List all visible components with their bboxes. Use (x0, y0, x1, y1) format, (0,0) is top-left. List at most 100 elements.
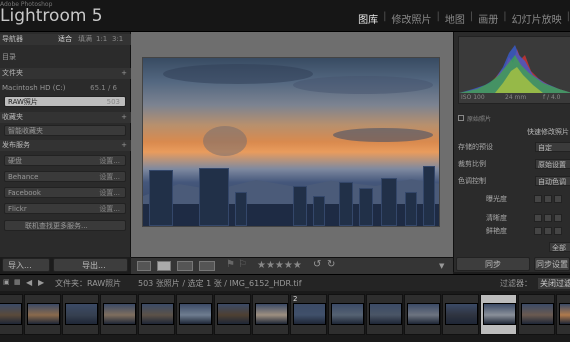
left-panel: 导航器 适合 填满 1:1 3:1 目录 文件夹 + Macintosh HD … (0, 32, 131, 257)
preset-select[interactable]: 自定 (535, 142, 570, 152)
catalog-title: 目录 (2, 53, 16, 61)
rotate-right-icon[interactable]: ↻ (327, 259, 335, 270)
back-arrow-icon[interactable]: ◀ (26, 278, 32, 287)
catalog-header[interactable]: 目录 (0, 52, 131, 63)
forward-arrow-icon[interactable]: ▶ (38, 278, 44, 287)
clarity-step-up-button[interactable] (554, 214, 562, 222)
import-button[interactable]: 导入... (2, 258, 50, 272)
collections-header[interactable]: 收藏夹 + (0, 112, 131, 123)
module-slideshow[interactable]: 幻灯片放映 (507, 11, 567, 26)
folder-source[interactable]: 文件夹：RAW照片 (55, 278, 121, 289)
filmstrip-thumbnail[interactable] (138, 294, 175, 335)
star-rating[interactable]: ★★★★★ (257, 260, 302, 271)
sync-button[interactable]: 同步 (456, 257, 530, 271)
rotate-left-icon[interactable]: ↺ (313, 259, 321, 270)
loupe-view-icon[interactable] (157, 261, 171, 271)
filmstrip-thumbnail[interactable]: 2 (290, 294, 327, 335)
module-book[interactable]: 画册 (473, 11, 503, 26)
loupe-view (131, 32, 453, 257)
add-collection-icon[interactable]: + (121, 112, 127, 123)
filmstrip-thumbnail[interactable] (404, 294, 441, 335)
building (359, 188, 373, 226)
vibrance-down-button[interactable] (534, 227, 542, 235)
filter-select[interactable]: 关闭过滤 (538, 278, 570, 289)
filter-label: 过滤器： (500, 279, 532, 288)
service-behance[interactable]: Behance 设置... (4, 171, 126, 182)
folder-raw-label: RAW照片 (8, 98, 38, 106)
filmstrip-thumbnail[interactable] (518, 294, 555, 335)
filmstrip-thumbnail[interactable] (24, 294, 61, 335)
photo-preview[interactable] (142, 57, 440, 227)
crop-select[interactable]: 原始设置 (535, 159, 570, 169)
zoom-fit[interactable]: 适合 (58, 34, 72, 45)
flag-pick-icon[interactable]: ⚑ (226, 259, 235, 270)
exposure-step-up-button[interactable] (554, 195, 562, 203)
thumbnail-image (103, 303, 136, 325)
module-separator: | (566, 11, 570, 22)
service-setup[interactable]: 设置... (99, 156, 120, 165)
building (381, 178, 397, 226)
zoom-1-1[interactable]: 1:1 (96, 34, 107, 45)
filmstrip-thumbnail[interactable] (366, 294, 403, 335)
vibrance-step-up-button[interactable] (554, 227, 562, 235)
quick-develop-header[interactable]: 快速修改照片 (458, 127, 570, 138)
filmstrip-thumbnail[interactable] (442, 294, 479, 335)
zoom-fill[interactable]: 填满 (78, 34, 92, 45)
filmstrip-thumbnail[interactable] (556, 294, 570, 335)
service-harddrive[interactable]: 硬盘 设置... (4, 155, 126, 166)
cloud (203, 126, 247, 156)
grid-icon[interactable]: ▦ (14, 278, 21, 286)
filmstrip-thumbnail[interactable] (480, 294, 517, 335)
add-publish-icon[interactable]: + (121, 140, 127, 151)
module-library[interactable]: 图库 (353, 11, 383, 26)
thumbnail-image (559, 303, 570, 325)
filmstrip-thumbnail[interactable] (252, 294, 289, 335)
clarity-step-down-button[interactable] (544, 214, 552, 222)
add-folder-icon[interactable]: + (121, 68, 127, 79)
module-map[interactable]: 地图 (440, 11, 470, 26)
drive-label: Macintosh HD (C:) (2, 84, 66, 92)
filmstrip-thumbnail[interactable] (328, 294, 365, 335)
module-develop[interactable]: 修改照片 (387, 11, 437, 26)
find-more-services-button[interactable]: 联机查找更多服务... (4, 220, 126, 231)
filmstrip-thumbnail[interactable] (100, 294, 137, 335)
secondary-window-icon[interactable]: ▣ (3, 278, 10, 286)
clarity-label: 清晰度 (486, 214, 507, 222)
find-more-label: 联机查找更多服务... (25, 222, 88, 230)
filmstrip-thumbnail[interactable] (214, 294, 251, 335)
exposure-step-down-button[interactable] (544, 195, 552, 203)
service-label: Behance (8, 173, 39, 181)
filmstrip-thumbnail[interactable] (176, 294, 213, 335)
thumbnail-image (255, 303, 288, 325)
reset-all-button[interactable]: 全部 (549, 242, 570, 252)
folders-header[interactable]: 文件夹 + (0, 68, 131, 79)
vibrance-step-down-button[interactable] (544, 227, 552, 235)
sync-settings-button[interactable]: 同步设置 (534, 257, 570, 271)
clarity-down-button[interactable] (534, 214, 542, 222)
compare-view-icon[interactable] (177, 261, 193, 271)
service-flickr[interactable]: Flickr 设置... (4, 203, 126, 214)
zoom-3-1[interactable]: 3:1 (112, 34, 123, 45)
smart-collection-row[interactable]: 智能收藏夹 (4, 125, 126, 136)
toolbar-menu-chevron-icon[interactable]: ▼ (439, 262, 444, 270)
exposure-down-button[interactable] (534, 195, 542, 203)
drive-row[interactable]: Macintosh HD (C:) 65.1 / 6 (0, 83, 131, 94)
original-checkbox-icon[interactable] (458, 115, 464, 121)
auto-tone-button[interactable]: 自动色调 (535, 176, 570, 186)
service-facebook[interactable]: Facebook 设置... (4, 187, 126, 198)
filmstrip-thumbnail[interactable] (62, 294, 99, 335)
export-button[interactable]: 导出... (53, 258, 128, 272)
building (313, 196, 325, 226)
survey-view-icon[interactable] (199, 261, 215, 271)
publish-header[interactable]: 发布服务 + (0, 140, 131, 151)
grid-view-icon[interactable] (137, 261, 151, 271)
original-label: 原始照片 (467, 116, 492, 123)
filmstrip-thumbnail[interactable] (0, 294, 23, 335)
navigator-header[interactable]: 导航器 适合 填满 1:1 3:1 (0, 34, 131, 45)
service-setup[interactable]: 设置... (99, 204, 120, 213)
service-setup[interactable]: 设置... (99, 172, 120, 181)
lightroom-window: Adobe Photoshop Lightroom 5 图库 | 修改照片 | 地图… (0, 0, 570, 342)
service-setup[interactable]: 设置... (99, 188, 120, 197)
flag-reject-icon[interactable]: ⚐ (238, 259, 247, 270)
folder-raw[interactable]: RAW照片 503 (4, 96, 126, 107)
